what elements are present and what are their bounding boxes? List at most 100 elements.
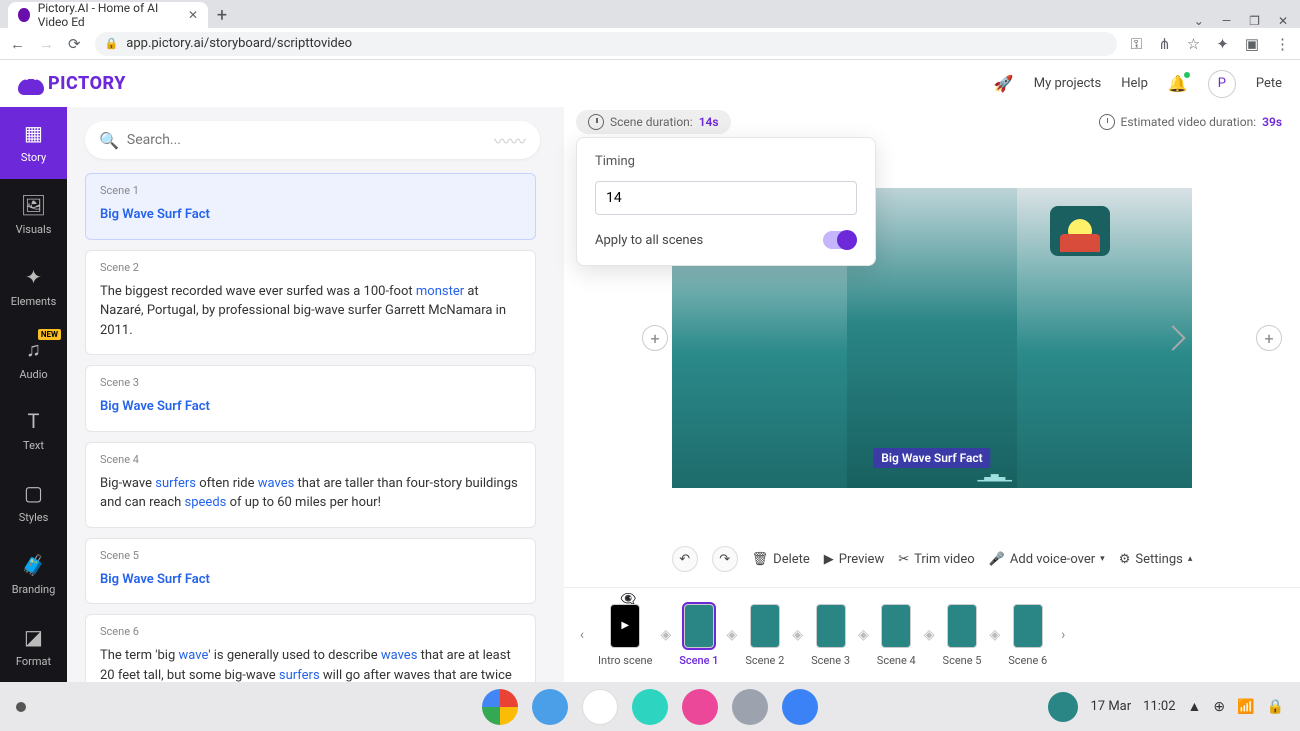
sidebar: ▦Story 🖼Visuals ✦Elements NEW♫Audio TTex… [0,107,67,682]
redo-button[interactable]: ↷ [712,546,738,572]
help-link[interactable]: Help [1121,76,1148,91]
add-icon[interactable]: ⊕ [1213,699,1225,715]
scene-card-3[interactable]: Scene 3 Big Wave Surf Fact [85,365,536,432]
timeline-intro[interactable]: Intro scene [598,604,652,667]
minimize-icon[interactable]: — [1222,14,1231,28]
reload-icon[interactable]: ⟳ [68,35,81,53]
avatar[interactable]: P [1208,70,1236,98]
forward-icon[interactable]: → [39,35,54,53]
sidebar-item-audio[interactable]: NEW♫Audio [0,323,67,395]
scene-card-1[interactable]: Scene 1 Big Wave Surf Fact [85,173,536,240]
scene-card-5[interactable]: Scene 5 Big Wave Surf Fact [85,538,536,605]
trim-button[interactable]: ✂Trim video [898,552,974,567]
timeline-scene-3[interactable]: Scene 3 [811,604,850,667]
layers-icon[interactable]: ◈ [858,627,869,643]
bell-icon[interactable]: 🔔 [1168,74,1188,93]
scene-list[interactable]: Scene 1 Big Wave Surf Fact Scene 2 The b… [85,173,540,682]
chat-icon[interactable] [532,689,568,725]
maximize-icon[interactable]: ❐ [1249,14,1260,28]
music-icon[interactable] [632,689,668,725]
timeline-scene-1[interactable]: Scene 1 [679,604,718,667]
timeline-scene-6[interactable]: Scene 6 [1008,604,1047,667]
rocket-icon[interactable]: 🚀 [994,74,1014,93]
new-tab-button[interactable]: + [208,2,236,28]
lock-icon: 🔒 [105,37,119,50]
apply-all-label: Apply to all scenes [595,233,703,248]
timeline-scene-2[interactable]: Scene 2 [745,604,784,667]
preview-play-button[interactable]: ▶Preview [824,552,884,567]
text-icon: T [28,409,40,433]
thumb-6 [1013,604,1043,648]
sidebar-item-format[interactable]: ◪Format [0,610,67,682]
timeline-prev-arrow[interactable]: ‹ [574,627,590,643]
url-text: app.pictory.ai/storyboard/scripttovideo [126,36,352,51]
launcher-icon[interactable] [16,702,26,712]
gmail-icon[interactable] [582,689,618,725]
chevron-down-icon[interactable]: ⌄ [1194,14,1204,28]
lock-icon[interactable]: 🔒 [1267,699,1284,715]
scene-card-6[interactable]: Scene 6 The term 'big wave' is generally… [85,614,536,682]
browser-tab[interactable]: Pictory.AI - Home of AI Video Ed ✕ [8,2,208,28]
url-field[interactable]: 🔒 app.pictory.ai/storyboard/scripttovide… [95,32,1117,56]
key-icon[interactable]: ⚿ [1131,35,1142,53]
settings-button[interactable]: ⚙Settings▴ [1119,552,1193,567]
delete-button[interactable]: 🗑Delete [752,552,810,567]
scene-card-4[interactable]: Scene 4 Big-wave surfers often ride wave… [85,442,536,528]
layers-icon[interactable]: ◈ [660,627,671,643]
filter-icon[interactable]: 〰〰 [494,128,526,152]
panel-icon[interactable]: ▣ [1245,35,1259,53]
next-scene-arrow[interactable] [1160,325,1185,350]
tray-date: 17 Mar [1090,699,1131,714]
timeline-next-arrow[interactable]: › [1055,627,1071,643]
settings-icon[interactable] [732,689,768,725]
search-box[interactable]: 🔍 〰〰 [85,121,540,159]
thumb-4 [881,604,911,648]
star-icon[interactable]: ☆ [1187,35,1200,53]
sidebar-item-text[interactable]: TText [0,395,67,467]
add-scene-before-button[interactable]: + [642,325,668,351]
share-icon[interactable]: ⋔ [1158,35,1171,53]
back-icon[interactable]: ← [10,35,25,53]
apply-all-toggle[interactable] [823,231,857,249]
sidebar-item-story[interactable]: ▦Story [0,107,67,179]
alert-icon[interactable]: ▲ [1188,698,1202,715]
scenes-panel: 🔍 〰〰 Scene 1 Big Wave Surf Fact Scene 2 … [67,107,564,682]
scene-card-2[interactable]: Scene 2 The biggest recorded wave ever s… [85,250,536,356]
layers-icon[interactable]: ◈ [727,627,738,643]
timeline-scene-5[interactable]: Scene 5 [943,604,982,667]
undo-button[interactable]: ↶ [672,546,698,572]
search-input[interactable] [127,132,486,148]
caption-overlay: Big Wave Surf Fact [873,448,990,468]
add-scene-after-button[interactable]: + [1256,325,1282,351]
scissors-icon: ✂ [898,552,909,567]
popover-title: Timing [595,154,857,169]
sidebar-item-visuals[interactable]: 🖼Visuals [0,179,67,251]
app-icon[interactable] [682,689,718,725]
my-projects-link[interactable]: My projects [1034,76,1102,91]
pictory-logo[interactable]: PICTORY [18,73,126,95]
clock-icon [588,114,604,130]
chrome-icon[interactable] [482,689,518,725]
scene-duration-chip[interactable]: Scene duration: 14s [576,110,731,134]
wifi-icon[interactable]: 📶 [1237,699,1254,715]
sidebar-item-elements[interactable]: ✦Elements [0,251,67,323]
close-window-icon[interactable]: ✕ [1278,14,1288,28]
username: Pete [1256,76,1282,91]
layers-icon[interactable]: ◈ [792,627,803,643]
kebab-icon[interactable]: ⋮ [1275,35,1290,53]
audio-wave-icon: ▁▃▅▃▁ [978,471,1011,482]
window-controls: ⌄ — ❐ ✕ [1194,14,1300,28]
close-tab-icon[interactable]: ✕ [188,8,198,22]
thumb-5 [947,604,977,648]
sidebar-item-styles[interactable]: ▢Styles [0,466,67,538]
voiceover-button[interactable]: 🎤Add voice-over▾ [989,552,1105,567]
extensions-icon[interactable]: ✦ [1216,35,1229,53]
preview-panel: Scene duration: 14s Estimated video dura… [564,107,1300,682]
timing-input[interactable] [595,181,857,215]
pip-preview[interactable] [1048,692,1078,722]
files-icon[interactable] [782,689,818,725]
layers-icon[interactable]: ◈ [924,627,935,643]
sidebar-item-branding[interactable]: 🧳Branding [0,538,67,610]
timeline-scene-4[interactable]: Scene 4 [877,604,916,667]
layers-icon[interactable]: ◈ [989,627,1000,643]
